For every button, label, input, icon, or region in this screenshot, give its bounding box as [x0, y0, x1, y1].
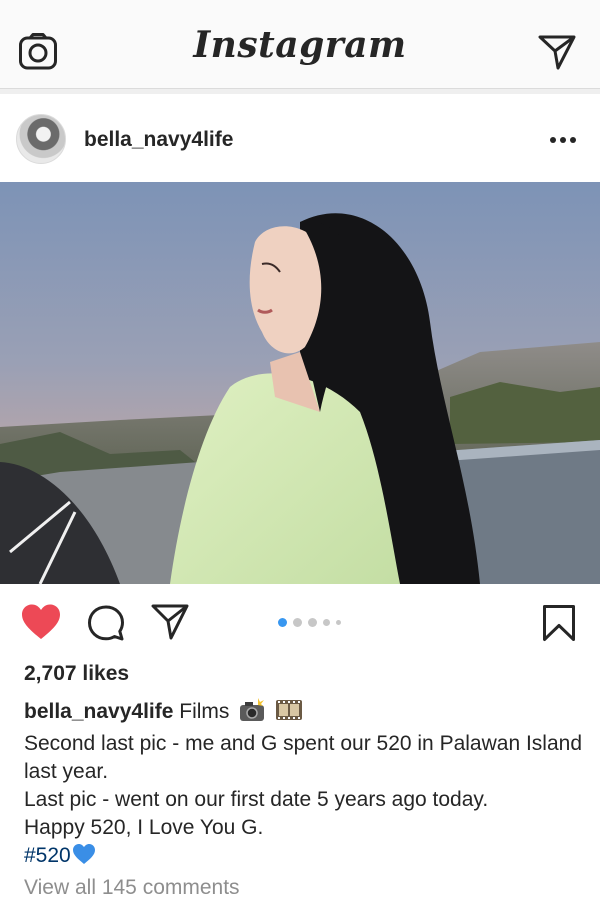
blue-heart-emoji-icon: [72, 843, 96, 873]
view-all-comments-link[interactable]: View all 145 comments: [24, 876, 240, 900]
instagram-logo: Instagram: [193, 24, 407, 66]
likes-count[interactable]: 2,707 likes: [24, 662, 129, 686]
carousel-dot: [278, 617, 287, 627]
share-icon[interactable]: [150, 603, 190, 641]
avatar[interactable]: [16, 114, 66, 164]
top-navigation-bar: Instagram: [0, 0, 600, 88]
direct-send-icon[interactable]: [538, 34, 576, 70]
bookmark-icon[interactable]: [542, 604, 576, 642]
carousel-dot: [323, 618, 330, 626]
post-caption: bella_navy4life Films Second last pic - …: [24, 698, 584, 873]
post-action-bar: [0, 584, 600, 654]
caption-line: Last pic - went on our first date 5 year…: [24, 788, 489, 811]
more-options-icon[interactable]: [548, 132, 578, 143]
film-frames-emoji-icon: [275, 698, 303, 730]
post-username[interactable]: bella_navy4life: [84, 128, 233, 152]
caption-hashtag-line: #520: [24, 842, 584, 873]
carousel-dot: [293, 617, 302, 627]
caption-first-line: bella_navy4life Films: [24, 698, 584, 730]
carousel-indicator: [278, 616, 341, 628]
hashtag-link[interactable]: #520: [24, 844, 71, 867]
post-photo[interactable]: [0, 182, 600, 584]
carousel-dot: [336, 619, 341, 625]
carousel-dot: [308, 617, 317, 627]
caption-text: Films: [179, 700, 230, 723]
camera-flash-emoji-icon: [239, 698, 265, 730]
comment-icon[interactable]: [86, 604, 126, 642]
post-header: bella_navy4life: [0, 94, 600, 182]
caption-username[interactable]: bella_navy4life: [24, 700, 173, 723]
caption-line: Happy 520, I Love You G.: [24, 816, 264, 839]
like-heart-icon[interactable]: [20, 603, 62, 641]
caption-line: Second last pic - me and G spent our 520…: [24, 732, 582, 783]
